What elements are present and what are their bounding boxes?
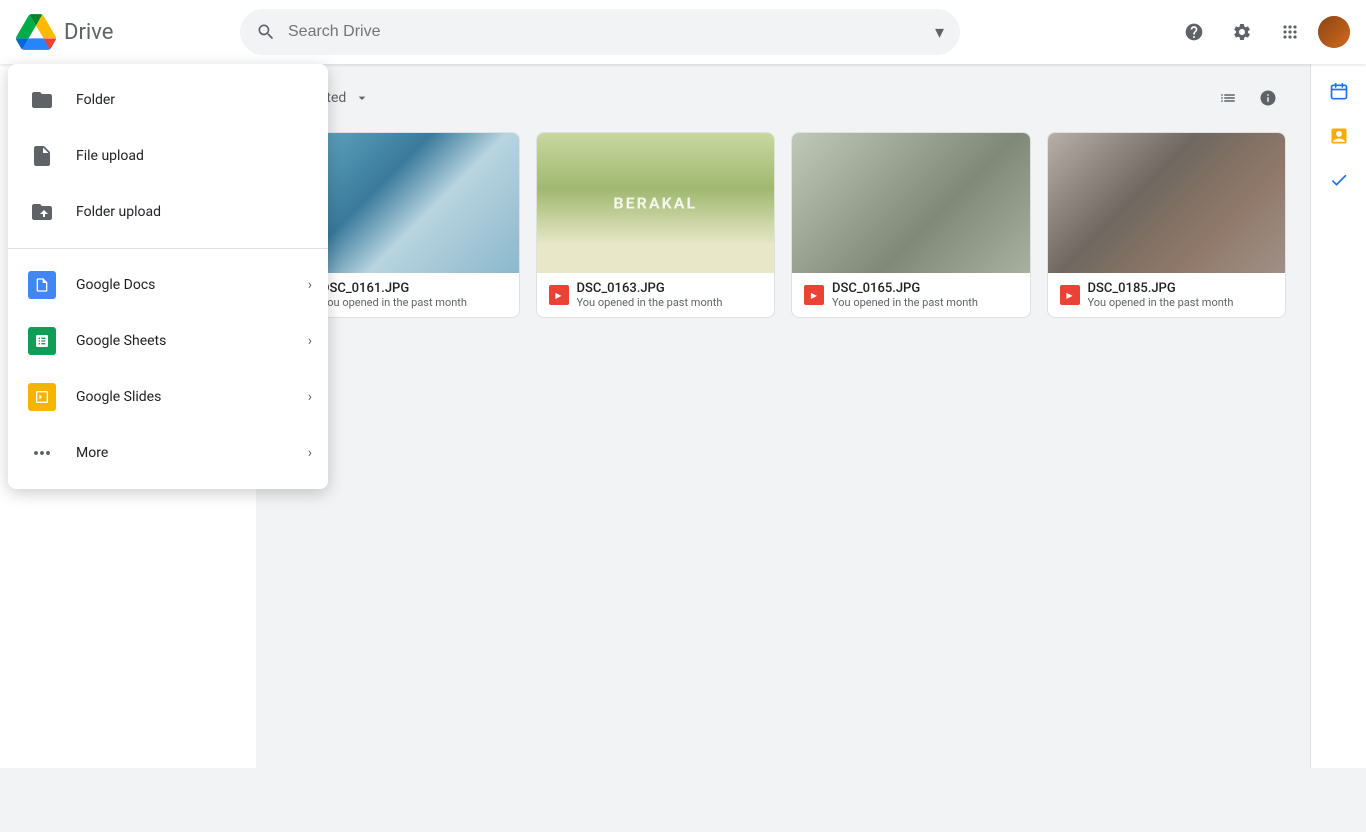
tasks-button[interactable]: [1319, 116, 1359, 156]
tasks-icon: [1329, 126, 1349, 146]
settings-button[interactable]: [1222, 12, 1262, 52]
file-details-dsc0163: DSC_0163.JPGYou opened in the past month: [577, 281, 763, 309]
right-panel: [1310, 64, 1366, 768]
file-thumbnail-dsc0185: [1048, 133, 1286, 273]
menu-divider: [8, 248, 328, 249]
file-card-dsc0165[interactable]: DSC_0165.JPGYou opened in the past month: [791, 132, 1031, 318]
docs-icon: [24, 267, 60, 303]
slides-icon: [24, 379, 60, 415]
search-input[interactable]: [288, 23, 935, 41]
file-type-icon-dsc0185: [1060, 285, 1080, 305]
file-name-dsc0185: DSC_0185.JPG: [1088, 281, 1274, 296]
file-info-dsc0163: DSC_0163.JPGYou opened in the past month: [537, 273, 775, 317]
menu-item-arrow-google-docs: ›: [308, 277, 312, 293]
search-dropdown-icon[interactable]: ▾: [935, 22, 944, 43]
check-button[interactable]: [1319, 160, 1359, 200]
file-details-dsc0185: DSC_0185.JPGYou opened in the past month: [1088, 281, 1274, 309]
section-dropdown-icon[interactable]: [354, 90, 370, 106]
search-icon: [256, 22, 276, 42]
file-card-dsc0163[interactable]: BERAKAL DSC_0163.JPGYou opened in the pas…: [536, 132, 776, 318]
watermark-dsc0163: BERAKAL: [613, 194, 697, 213]
info-view-icon: [1259, 89, 1277, 107]
apps-button[interactable]: [1270, 12, 1310, 52]
folder-icon: [24, 82, 60, 118]
avatar[interactable]: [1318, 16, 1350, 48]
menu-item-label-google-docs: Google Docs: [76, 277, 292, 293]
more-icon: [24, 435, 60, 471]
help-icon: [1184, 22, 1204, 42]
calendar-icon: [1329, 82, 1349, 102]
menu-item-arrow-google-slides: ›: [308, 389, 312, 405]
file-upload-icon: [24, 138, 60, 174]
section-header: Suggested: [280, 80, 1286, 116]
menu-item-label-folder: Folder: [76, 92, 312, 108]
help-button[interactable]: [1174, 12, 1214, 52]
list-view-icon: [1219, 89, 1237, 107]
file-details-dsc0165: DSC_0165.JPGYou opened in the past month: [832, 281, 1018, 309]
info-view-button[interactable]: [1250, 80, 1286, 116]
file-date-dsc0161: You opened in the past month: [321, 296, 507, 309]
menu-item-google-slides[interactable]: Google Slides ›: [8, 369, 328, 425]
list-view-button[interactable]: [1210, 80, 1246, 116]
files-grid: DSC_0161.JPGYou opened in the past month…: [280, 132, 1286, 318]
main-content: Suggested DSC_0161.JPGYo: [256, 64, 1310, 768]
file-details-dsc0161: DSC_0161.JPGYou opened in the past month: [321, 281, 507, 309]
file-name-dsc0163: DSC_0163.JPG: [577, 281, 763, 296]
menu-item-google-docs[interactable]: Google Docs ›: [8, 257, 328, 313]
file-type-icon-dsc0165: [804, 285, 824, 305]
new-dropdown-menu: Folder File upload Folder upload Google Doc…: [8, 64, 328, 489]
menu-item-google-sheets[interactable]: Google Sheets ›: [8, 313, 328, 369]
file-type-icon-dsc0163: [549, 285, 569, 305]
folder-upload-icon: [24, 194, 60, 230]
file-name-dsc0161: DSC_0161.JPG: [321, 281, 507, 296]
file-info-dsc0165: DSC_0165.JPGYou opened in the past month: [792, 273, 1030, 317]
menu-item-label-google-sheets: Google Sheets: [76, 333, 292, 349]
menu-item-label-google-slides: Google Slides: [76, 389, 292, 405]
menu-item-arrow-google-sheets: ›: [308, 333, 312, 349]
file-date-dsc0163: You opened in the past month: [577, 296, 763, 309]
logo-area: Drive: [16, 14, 216, 50]
topbar-actions: [1174, 12, 1350, 52]
check-icon: [1329, 170, 1349, 190]
menu-item-file-upload[interactable]: File upload: [8, 128, 328, 184]
calendar-button[interactable]: [1319, 72, 1359, 112]
menu-item-more[interactable]: More ›: [8, 425, 328, 481]
view-controls: [1210, 80, 1286, 116]
file-date-dsc0185: You opened in the past month: [1088, 296, 1274, 309]
apps-icon: [1280, 22, 1300, 42]
file-date-dsc0165: You opened in the past month: [832, 296, 1018, 309]
app-title: Drive: [64, 20, 113, 45]
file-thumbnail-dsc0165: [792, 133, 1030, 273]
file-thumbnail-dsc0163: BERAKAL: [537, 133, 775, 273]
settings-icon: [1232, 22, 1252, 42]
sheets-icon: [24, 323, 60, 359]
menu-item-folder[interactable]: Folder: [8, 72, 328, 128]
file-info-dsc0185: DSC_0185.JPGYou opened in the past month: [1048, 273, 1286, 317]
menu-item-folder-upload[interactable]: Folder upload: [8, 184, 328, 240]
menu-item-label-more: More: [76, 445, 292, 461]
topbar: Drive ▾: [0, 0, 1366, 64]
menu-item-label-folder-upload: Folder upload: [76, 204, 312, 220]
file-name-dsc0165: DSC_0165.JPG: [832, 281, 1018, 296]
search-bar[interactable]: ▾: [240, 9, 960, 55]
file-card-dsc0185[interactable]: DSC_0185.JPGYou opened in the past month: [1047, 132, 1287, 318]
drive-logo-icon: [16, 14, 56, 50]
menu-item-arrow-more: ›: [308, 445, 312, 461]
menu-item-label-file-upload: File upload: [76, 148, 312, 164]
